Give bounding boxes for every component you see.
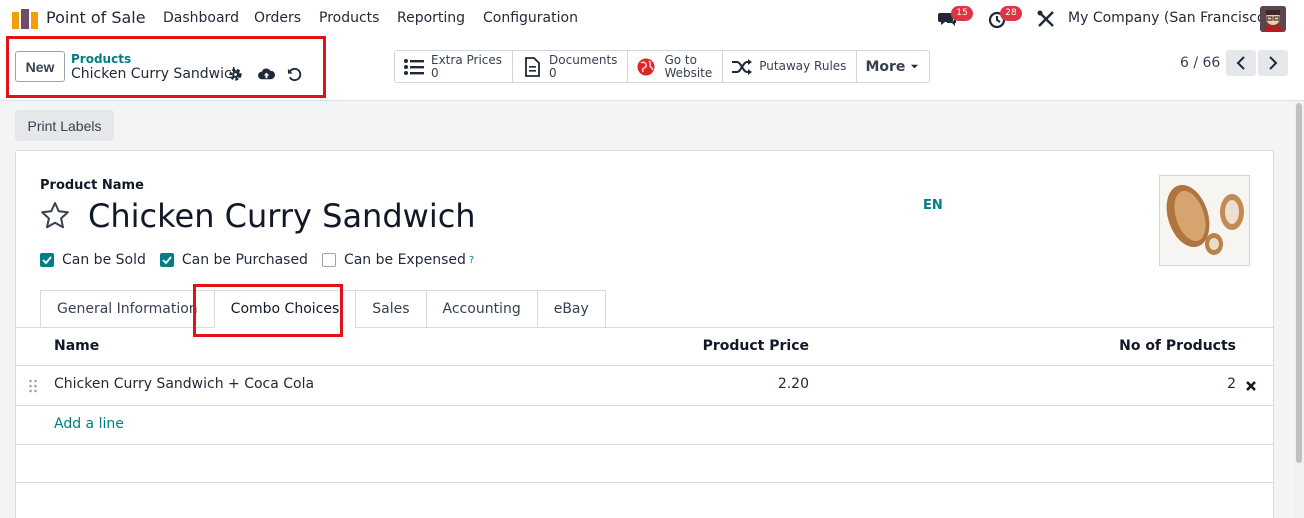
breadcrumb-products[interactable]: Products: [71, 52, 131, 66]
column-header-name[interactable]: Name: [54, 338, 99, 354]
highlight-box-combo-tab: [193, 284, 343, 337]
top-navbar: Point of Sale Dashboard Orders Products …: [0, 0, 1304, 37]
can-be-expensed-checkbox[interactable]: [321, 253, 336, 267]
caret-down-icon: [911, 64, 919, 69]
pager-next-button[interactable]: [1258, 50, 1288, 76]
add-line-link[interactable]: Add a line: [54, 416, 124, 432]
product-name-label: Product Name: [40, 178, 144, 193]
gear-icon[interactable]: [228, 67, 243, 82]
table-row[interactable]: Chicken Curry Sandwich + Coca Cola 2.20 …: [16, 366, 1273, 406]
user-avatar[interactable]: [1260, 6, 1286, 32]
tab-ebay[interactable]: eBay: [536, 290, 606, 328]
help-tooltip-icon[interactable]: ?: [469, 255, 474, 266]
can-be-purchased-checkbox[interactable]: [159, 253, 174, 267]
menu-dashboard[interactable]: Dashboard: [163, 10, 239, 26]
check-icon: [42, 256, 52, 265]
scrollbar-thumb[interactable]: [1296, 103, 1302, 463]
record-name: Chicken Curry Sandwich: [71, 66, 241, 82]
star-icon[interactable]: [39, 200, 71, 232]
smart-button-value: 0: [431, 65, 439, 80]
chevron-left-icon: [1236, 56, 1245, 70]
smart-button-go-to-website[interactable]: Go to Website: [628, 51, 724, 82]
control-panel: New Products Chicken Curry Sandwich Extr…: [0, 36, 1304, 101]
can-be-sold-label: Can be Sold: [62, 252, 146, 268]
pager-previous-button[interactable]: [1226, 50, 1256, 76]
more-dropdown[interactable]: More: [857, 51, 929, 82]
product-name-input[interactable]: Chicken Curry Sandwich: [88, 197, 476, 235]
smart-buttons: Extra Prices 0 Documents 0 Go to Website…: [394, 50, 931, 83]
app-name[interactable]: Point of Sale: [46, 8, 146, 27]
smart-button-label: Go to: [664, 52, 697, 67]
company-switcher[interactable]: My Company (San Francisco): [1068, 10, 1271, 26]
shuffle-icon: [732, 58, 753, 75]
cell-name[interactable]: Chicken Curry Sandwich + Coca Cola: [54, 376, 314, 392]
form-view: Print Labels Product Name Chicken Curry …: [0, 101, 1304, 518]
cell-product-price[interactable]: 2.20: [778, 376, 809, 392]
smart-button-value: 0: [549, 65, 557, 80]
chevron-right-icon: [1269, 56, 1278, 70]
smart-button-extra-prices[interactable]: Extra Prices 0: [395, 51, 514, 82]
tab-general-information[interactable]: General Information: [40, 290, 214, 328]
smart-button-label: Putaway Rules: [759, 59, 847, 73]
smart-button-label: Extra Prices: [431, 52, 503, 67]
delete-row-icon[interactable]: [1245, 380, 1257, 392]
row-divider: [16, 444, 1273, 445]
check-icon: [162, 256, 172, 265]
smart-button-label: Documents: [549, 52, 618, 67]
discard-icon[interactable]: [287, 67, 302, 82]
form-sheet: Product Name Chicken Curry Sandwich EN C…: [15, 150, 1274, 518]
tab-sales[interactable]: Sales: [355, 290, 426, 328]
language-toggle[interactable]: EN: [923, 198, 943, 213]
debug-tools-icon[interactable]: [1036, 9, 1056, 29]
more-label: More: [865, 58, 906, 75]
new-button[interactable]: New: [15, 51, 65, 82]
globe-icon: [637, 58, 655, 75]
print-labels-button[interactable]: Print Labels: [15, 110, 114, 141]
menu-configuration[interactable]: Configuration: [483, 10, 578, 26]
product-image[interactable]: [1159, 175, 1250, 266]
cell-no-of-products[interactable]: 2: [1227, 376, 1236, 392]
menu-products[interactable]: Products: [319, 10, 379, 26]
menu-reporting[interactable]: Reporting: [397, 10, 465, 26]
document-icon: [525, 56, 540, 77]
can-be-sold-checkbox[interactable]: [40, 253, 54, 267]
list-icon: [404, 58, 424, 75]
column-header-product-price[interactable]: Product Price: [703, 338, 809, 354]
smart-button-putaway-rules[interactable]: Putaway Rules: [723, 51, 858, 82]
drag-handle-icon[interactable]: [28, 378, 38, 394]
can-be-purchased-label: Can be Purchased: [181, 252, 308, 268]
can-be-expensed-label: Can be Expensed: [343, 252, 466, 268]
messages-badge: 15: [951, 6, 973, 21]
pager-value[interactable]: 6 / 66: [1180, 55, 1220, 71]
pos-app-icon[interactable]: [12, 9, 38, 29]
product-flags: Can be Sold Can be Purchased Can be Expe…: [40, 252, 474, 268]
activities-badge: 28: [1000, 6, 1022, 21]
row-divider: [16, 482, 1273, 483]
smart-button-label-line2: Website: [664, 65, 713, 80]
column-header-no-of-products[interactable]: No of Products: [1119, 338, 1236, 354]
tab-accounting[interactable]: Accounting: [425, 290, 537, 328]
menu-orders[interactable]: Orders: [254, 10, 301, 26]
smart-button-documents[interactable]: Documents 0: [513, 51, 629, 82]
cloud-upload-icon[interactable]: [258, 67, 275, 82]
